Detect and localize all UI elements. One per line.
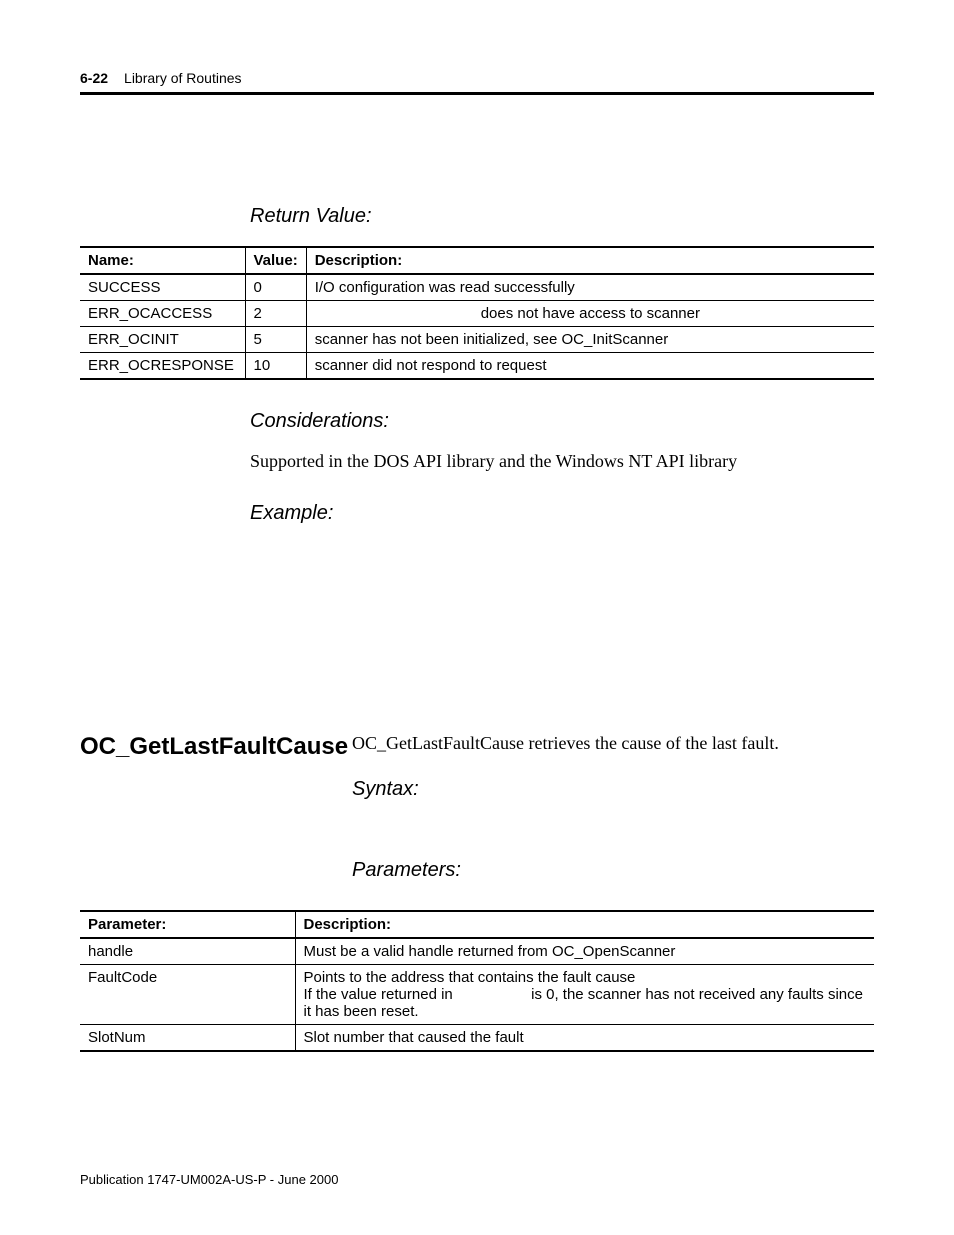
col-parameter: Parameter: bbox=[80, 911, 295, 938]
page-number: 6-22 bbox=[80, 70, 108, 86]
cell-value: 2 bbox=[245, 301, 306, 327]
table-row: FaultCode Points to the address that con… bbox=[80, 965, 874, 1025]
table-row: ERR_OCRESPONSE 10 scanner did not respon… bbox=[80, 353, 874, 380]
cell-value: 0 bbox=[245, 274, 306, 301]
parameters-table: Parameter: Description: handle Must be a… bbox=[80, 910, 874, 1052]
cell-parameter: FaultCode bbox=[80, 965, 295, 1025]
considerations-block: Considerations: Supported in the DOS API… bbox=[250, 410, 874, 525]
cell-name: SUCCESS bbox=[80, 274, 245, 301]
table-row: ERR_OCACCESS 2 does not have access to s… bbox=[80, 301, 874, 327]
table-row: SlotNum Slot number that caused the faul… bbox=[80, 1025, 874, 1052]
col-name: Name: bbox=[80, 247, 245, 274]
table-header-row: Name: Value: Description: bbox=[80, 247, 874, 274]
table-row: handle Must be a valid handle returned f… bbox=[80, 938, 874, 965]
section-heading: OC_GetLastFaultCause bbox=[80, 733, 352, 761]
running-title: Library of Routines bbox=[124, 70, 242, 86]
section-body: OC_GetLastFaultCause retrieves the cause… bbox=[352, 733, 874, 900]
example-label: Example: bbox=[250, 502, 874, 525]
return-value-block: Return Value: bbox=[250, 205, 874, 228]
cell-description: scanner has not been initialized, see OC… bbox=[306, 327, 874, 353]
return-value-label: Return Value: bbox=[250, 205, 874, 228]
section-oc-getlastfaultcause: OC_GetLastFaultCause OC_GetLastFaultCaus… bbox=[80, 733, 874, 900]
table-row: ERR_OCINIT 5 scanner has not been initia… bbox=[80, 327, 874, 353]
section-intro: OC_GetLastFaultCause retrieves the cause… bbox=[352, 733, 874, 754]
col-value: Value: bbox=[245, 247, 306, 274]
footer-text: Publication 1747-UM002A-US-P - June 2000 bbox=[80, 1172, 338, 1187]
col-description: Description: bbox=[306, 247, 874, 274]
cell-name: ERR_OCACCESS bbox=[80, 301, 245, 327]
page-header: 6-22 Library of Routines bbox=[80, 70, 874, 86]
cell-value: 5 bbox=[245, 327, 306, 353]
return-value-table: Name: Value: Description: SUCCESS 0 I/O … bbox=[80, 246, 874, 380]
parameters-label: Parameters: bbox=[352, 859, 874, 882]
cell-description: scanner did not respond to request bbox=[306, 353, 874, 380]
parameters-table-wrap: Parameter: Description: handle Must be a… bbox=[80, 910, 874, 1052]
cell-description: Points to the address that contains the … bbox=[295, 965, 874, 1025]
spacer bbox=[352, 819, 874, 859]
cell-parameter: handle bbox=[80, 938, 295, 965]
col-description: Description: bbox=[295, 911, 874, 938]
header-rule bbox=[80, 92, 874, 95]
table-header-row: Parameter: Description: bbox=[80, 911, 874, 938]
considerations-label: Considerations: bbox=[250, 410, 874, 433]
spacer bbox=[80, 543, 874, 713]
syntax-label: Syntax: bbox=[352, 778, 874, 801]
cell-description: I/O configuration was read successfully bbox=[306, 274, 874, 301]
table-row: SUCCESS 0 I/O configuration was read suc… bbox=[80, 274, 874, 301]
cell-name: ERR_OCRESPONSE bbox=[80, 353, 245, 380]
cell-description: Must be a valid handle returned from OC_… bbox=[295, 938, 874, 965]
considerations-text: Supported in the DOS API library and the… bbox=[250, 451, 874, 472]
cell-description: does not have access to scanner bbox=[306, 301, 874, 327]
page: 6-22 Library of Routines Return Value: N… bbox=[0, 0, 954, 1235]
cell-name: ERR_OCINIT bbox=[80, 327, 245, 353]
cell-parameter: SlotNum bbox=[80, 1025, 295, 1052]
cell-description: Slot number that caused the fault bbox=[295, 1025, 874, 1052]
cell-value: 10 bbox=[245, 353, 306, 380]
